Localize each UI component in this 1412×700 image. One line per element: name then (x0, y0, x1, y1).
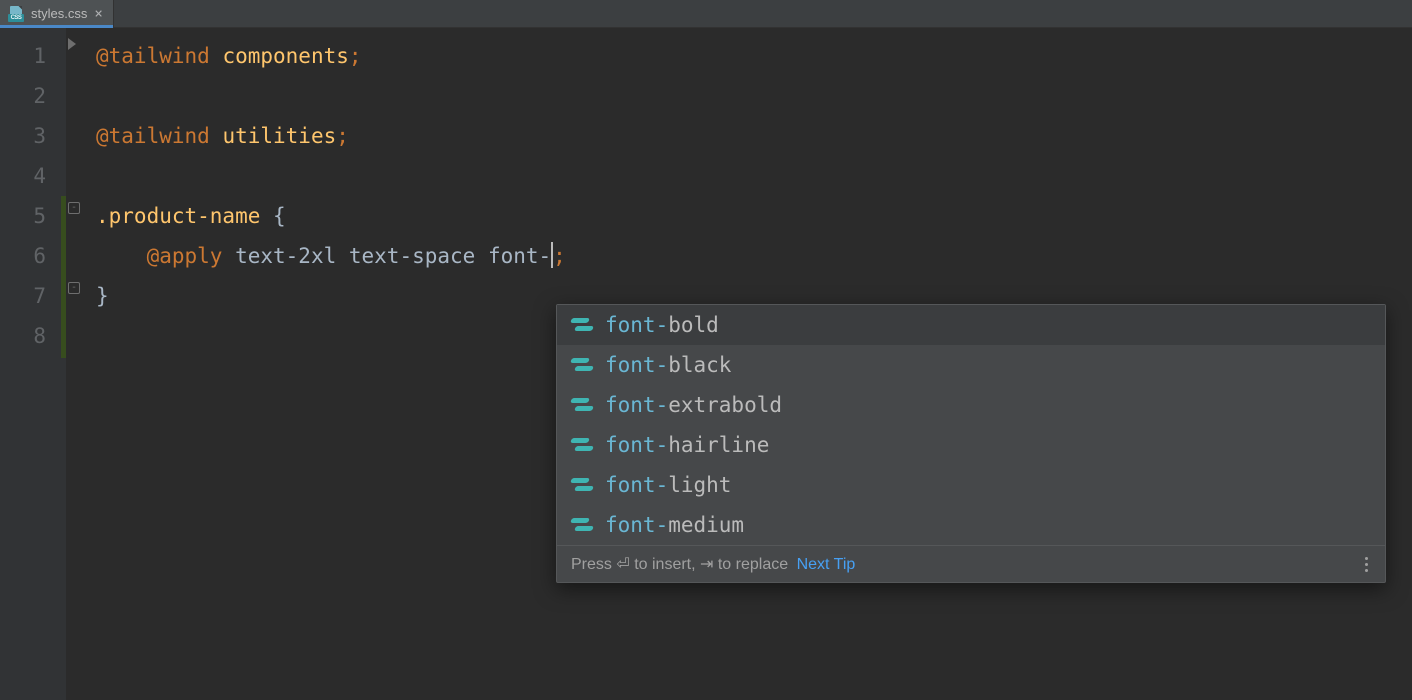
completion-item[interactable]: font-black (557, 345, 1385, 385)
vcs-change-marker (61, 196, 66, 358)
tab-key-icon: ⇥ (700, 556, 713, 573)
editor-tab-label: styles.css (31, 6, 87, 21)
completion-item[interactable]: font-bold (557, 305, 1385, 345)
tailwind-icon (571, 518, 593, 532)
tailwind-icon (571, 398, 593, 412)
tailwind-icon (571, 358, 593, 372)
close-icon[interactable]: × (94, 7, 102, 21)
completion-item[interactable]: font-medium (557, 505, 1385, 545)
css-file-icon: CSS (8, 6, 24, 22)
next-tip-link[interactable]: Next Tip (797, 556, 856, 573)
completion-hint-bar: Press ⏎ to insert, ⇥ to replace Next Tip (557, 545, 1385, 582)
completion-item[interactable]: font-light (557, 465, 1385, 505)
completion-item[interactable]: font-extrabold (557, 385, 1385, 425)
code-completion-popup[interactable]: font-bold font-black font-extrabold font… (556, 304, 1386, 583)
enter-key-icon: ⏎ (616, 556, 629, 573)
tailwind-icon (571, 438, 593, 452)
editor-tab-styles-css[interactable]: CSS styles.css × (0, 0, 114, 27)
more-options-icon[interactable] (1357, 557, 1375, 572)
fold-column: - - (66, 28, 84, 700)
tailwind-icon (571, 318, 593, 332)
tab-bar: CSS styles.css × (0, 0, 1412, 28)
fold-collapse-icon[interactable]: - (68, 282, 80, 294)
tailwind-icon (571, 478, 593, 492)
fold-expand-icon[interactable] (68, 38, 76, 50)
fold-collapse-icon[interactable]: - (68, 202, 80, 214)
completion-item[interactable]: font-hairline (557, 425, 1385, 465)
line-number-gutter: 1 2 3 4 5 6 7 8 (0, 28, 66, 700)
